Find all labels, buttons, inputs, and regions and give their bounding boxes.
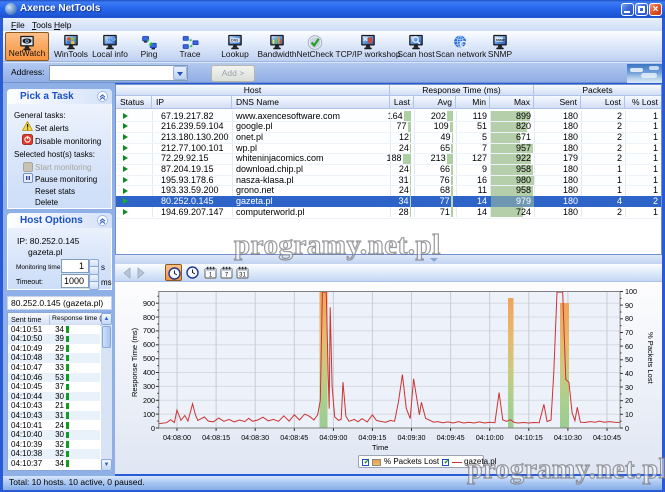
svg-text:31: 31 (239, 273, 246, 279)
svg-text:DNS: DNS (231, 39, 239, 43)
svg-text:SNMP: SNMP (496, 38, 505, 42)
